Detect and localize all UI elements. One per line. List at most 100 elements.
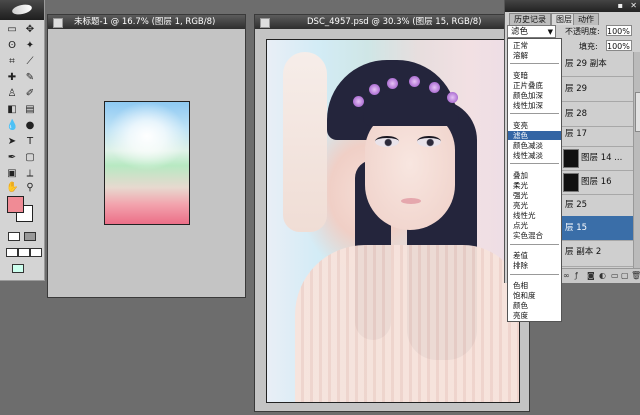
blend-option[interactable]: 颜色 [508,301,561,310]
blend-option[interactable]: 颜色加深 [508,91,561,100]
document-titlebar[interactable]: DSC_4957.psd @ 30.3% (图层 15, RGB/8) [255,15,529,29]
blend-option[interactable]: 点光 [508,221,561,230]
layer-thumbnail [563,149,579,168]
lips-shape [401,198,421,204]
screen-mode-1-icon[interactable] [6,248,18,257]
standard-mode-icon[interactable] [8,232,20,241]
collapse-icon[interactable]: ▪ [618,1,623,10]
layer-row[interactable]: 层 29 [561,77,633,102]
flower [353,96,364,107]
crop-tool-icon[interactable]: ⌗ [6,56,18,68]
tab-actions[interactable]: 动作 [573,13,599,25]
layer-row[interactable]: 层 29 副本 [561,52,633,77]
layer-row[interactable]: 图层 16 [561,170,633,195]
blur-tool-icon[interactable]: 💧 [6,120,18,132]
blend-mode-select[interactable]: 滤色 ▼ [507,25,556,38]
new-layer-icon[interactable]: ▢ [621,271,629,280]
opacity-input[interactable]: 100% [606,25,632,36]
delete-layer-icon[interactable]: 🗑 [631,271,640,280]
layer-row-selected[interactable]: 层 15 [561,216,633,241]
layer-row[interactable]: 层 17 [561,122,633,147]
quick-mask-icon[interactable] [24,232,36,241]
eraser-tool-icon[interactable]: ◧ [6,104,18,116]
healing-brush-icon[interactable]: ✚ [6,72,18,84]
blend-option[interactable]: 饱和度 [508,291,561,300]
blend-option[interactable]: 线性光 [508,211,561,220]
blend-option[interactable]: 实色混合 [508,231,561,240]
layer-name: 层 副本 2 [565,247,602,257]
lasso-tool-icon[interactable]: ʘ [6,40,18,52]
blend-option-selected[interactable]: 滤色 [508,131,561,140]
fill-label: 填充: [579,42,598,51]
layer-row[interactable]: 层 副本 2 [561,240,633,267]
type-tool-icon[interactable]: T [24,136,36,148]
scrollbar-thumb[interactable] [635,92,640,132]
layer-row[interactable]: 层 25 [561,193,633,218]
blend-option[interactable]: 变亮 [508,121,561,130]
hand-tool-icon[interactable]: ✋ [6,182,18,194]
layer-name: 层 29 [565,84,588,94]
blend-option[interactable]: 正片叠底 [508,81,561,90]
document-icon [260,18,270,28]
eye-shape [417,136,441,147]
clone-stamp-icon[interactable]: ♙ [6,88,18,100]
history-brush-icon[interactable]: ✐ [24,88,36,100]
foreground-color-swatch[interactable] [7,196,24,213]
blend-option[interactable]: 色相 [508,281,561,290]
menu-divider [510,163,559,164]
notes-tool-icon[interactable]: ▣ [6,168,18,180]
flower [429,82,440,93]
document-window-untitled: 未标题-1 @ 16.7% (图层 1, RGB/8) [47,14,246,298]
flower [369,84,380,95]
layer-style-icon[interactable]: ƒ [575,271,578,280]
menu-divider [510,63,559,64]
blend-option[interactable]: 亮光 [508,201,561,210]
blend-option[interactable]: 叠加 [508,171,561,180]
close-icon[interactable]: ✕ [630,1,637,10]
photo-canvas[interactable] [266,39,520,403]
new-group-icon[interactable]: ▭ [611,271,619,280]
zoom-tool-icon[interactable]: ⚲ [24,182,36,194]
blend-option[interactable]: 线性减淡 [508,151,561,160]
hand-shape [283,52,327,232]
document-titlebar[interactable]: 未标题-1 @ 16.7% (图层 1, RGB/8) [48,15,245,29]
layers-scrollbar[interactable] [633,52,640,268]
magic-wand-icon[interactable]: ✦ [24,40,36,52]
dodge-tool-icon[interactable]: ● [24,120,36,132]
blend-option[interactable]: 溶解 [508,51,561,60]
marquee-tool-icon[interactable]: ▭ [6,24,18,36]
blend-option[interactable]: 强光 [508,191,561,200]
blend-option[interactable]: 颜色减淡 [508,141,561,150]
panel-titlebar[interactable]: ▪ ✕ [505,0,640,12]
path-selection-icon[interactable]: ➤ [6,136,18,148]
sweater-shape [295,245,519,402]
screen-mode-2-icon[interactable] [18,248,30,257]
eyedropper-icon[interactable]: ⟂ [24,168,36,180]
blend-option[interactable]: 排除 [508,261,561,270]
face-shape [365,110,455,230]
layer-mask-icon[interactable]: ◙ [587,271,595,280]
brush-tool-icon[interactable]: ✎ [24,72,36,84]
screen-mode-3-icon[interactable] [30,248,42,257]
jump-to-imageready-icon[interactable] [12,264,24,273]
gradient-tool-icon[interactable]: ▤ [24,104,36,116]
pen-tool-icon[interactable]: ✒ [6,152,18,164]
adjustment-layer-icon[interactable]: ◐ [599,271,606,280]
fill-input[interactable]: 100% [606,40,632,51]
layers-panel-footer: ∞ ƒ ◙ ◐ ▭ ▢ 🗑 [561,268,640,283]
shape-tool-icon[interactable]: ▢ [24,152,36,164]
blend-option[interactable]: 亮度 [508,311,561,320]
blend-option[interactable]: 柔光 [508,181,561,190]
slice-tool-icon[interactable]: ⟋ [24,56,36,68]
tab-history[interactable]: 历史记录 [509,13,551,25]
layer-row[interactable]: 图层 14 ... [561,146,633,171]
blend-option[interactable]: 变暗 [508,71,561,80]
document-title: 未标题-1 @ 16.7% (图层 1, RGB/8) [74,17,216,27]
blend-option[interactable]: 正常 [508,41,561,50]
move-tool-icon[interactable]: ✥ [24,24,36,36]
blend-option[interactable]: 线性加深 [508,101,561,110]
link-layers-icon[interactable]: ∞ [563,271,570,280]
document-canvas[interactable] [104,101,190,225]
blend-option[interactable]: 差值 [508,251,561,260]
eye-shape [375,136,399,147]
